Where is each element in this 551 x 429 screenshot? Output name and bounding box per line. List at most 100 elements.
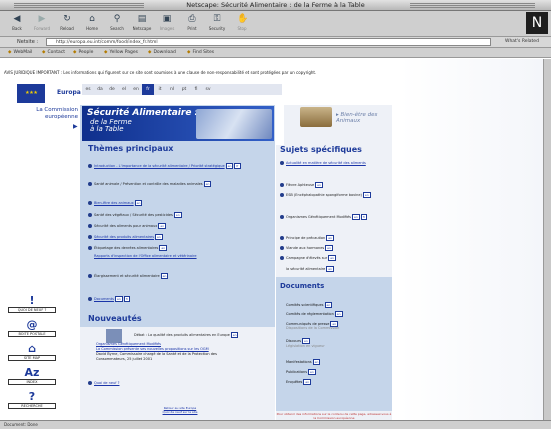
news-item-detail[interactable]: La Commission présente ses nouvelles pro… — [96, 347, 209, 351]
language-bar: es da de el en fr it nl pt fi sv — [82, 84, 282, 95]
site-map-link[interactable]: ⌂ SITE MAP — [8, 343, 56, 361]
theme-item[interactable]: Élargissement et sécurité alimentaire en — [88, 273, 169, 279]
back-arrow-icon: ◀ — [13, 14, 21, 24]
lang-da[interactable]: da — [94, 84, 106, 95]
sujet-item[interactable]: Organismes Génétiquement Modifiés en fr — [280, 214, 368, 220]
theme-item[interactable]: Étiquetage des denrées alimentaires en — [88, 245, 168, 251]
lang-sv[interactable]: sv — [202, 84, 214, 95]
whats-related-button[interactable]: What's Related — [505, 39, 539, 44]
search-button[interactable]: ⚲ Search — [105, 13, 129, 35]
personal-item-webmail[interactable]: ◆ WebMail — [8, 50, 32, 55]
commission-link[interactable]: La Commission européenne — [18, 107, 78, 121]
index-link[interactable]: Az INDEX — [8, 367, 56, 385]
back-button[interactable]: ◀ Back — [5, 13, 29, 35]
bien-etre-link[interactable]: ▸ Bien-être des Animaux — [284, 105, 392, 145]
sujet-item[interactable]: Viande aux hormones en — [280, 245, 333, 251]
boite-postale-link[interactable]: @ BOITE POSTALE — [8, 319, 56, 337]
bullet-icon — [280, 246, 284, 250]
disclaimer-text: Pour obtenir des informations sur le con… — [276, 412, 392, 420]
theme-item[interactable]: Documents en fr — [88, 296, 131, 302]
az-index-icon: Az — [24, 366, 40, 379]
page-content: AVIS JURIDIQUE IMPORTANT : Les informati… — [0, 59, 551, 425]
titlebar-stripes — [410, 3, 535, 8]
images-button[interactable]: ▣ Images — [155, 13, 179, 35]
lang-fi[interactable]: fi — [190, 84, 202, 95]
bullet-icon — [280, 236, 284, 240]
personal-item-contact[interactable]: ◆ Contact — [42, 50, 65, 55]
status-bar: Document: Done — [0, 420, 551, 429]
location-bar: Netsite : http://europa.eu.int/comm/food… — [0, 37, 551, 48]
sujet-item[interactable]: Principe de précaution en — [280, 235, 335, 241]
document-item[interactable]: Dispositions de la Commission — [286, 326, 339, 330]
netscape-logo-icon[interactable]: N — [526, 12, 548, 34]
lang-de[interactable]: de — [106, 84, 118, 95]
vertical-scrollbar[interactable] — [543, 59, 551, 420]
sujet-item[interactable]: la sécurité alimentaire en — [286, 266, 335, 272]
document-item[interactable]: Publications en — [286, 369, 316, 375]
personal-toolbar: ◆ WebMail ◆ Contact ◆ People ◆ Yellow Pages … — [0, 48, 551, 58]
news-item[interactable]: Quoi de neuf ? — [88, 381, 119, 385]
theme-item[interactable]: Santé animale / Prévention et contrôle d… — [88, 181, 212, 187]
reload-button[interactable]: ↻ Reload — [55, 13, 79, 35]
news-item-detail: Consommateurs, 25 juillet 2001 — [96, 357, 153, 361]
location-label: Netsite : — [17, 39, 39, 45]
document-item[interactable]: Enquêtes en — [286, 379, 312, 385]
sujet-item[interactable]: ESB (Encéphalopathie spongiforme bovine)… — [280, 192, 371, 198]
document-item[interactable]: Comités de réglementation en — [286, 311, 343, 317]
recherche-link[interactable]: ? RECHERCHE — [8, 391, 56, 409]
personal-item-find-sites[interactable]: ◆ Find Sites — [187, 50, 214, 55]
bullet-icon — [280, 193, 284, 197]
home-button[interactable]: ⌂ Home — [80, 13, 104, 35]
lang-fr[interactable]: fr — [142, 84, 154, 95]
personal-item-people[interactable]: ◆ People — [73, 50, 93, 55]
window-title: Netscape: Sécurité Alimentaire : de la F… — [186, 1, 365, 9]
lang-es[interactable]: es — [82, 84, 94, 95]
netscape-button[interactable]: ▤ Netscape — [130, 13, 154, 35]
bullet-icon — [88, 246, 92, 250]
personal-item-yellow-pages[interactable]: ◆ Yellow Pages — [104, 50, 138, 55]
theme-item[interactable]: Rapports d'inspection de l'Office alimen… — [94, 254, 197, 258]
theme-item[interactable]: Sécurité des aliments pour animaux en — [88, 223, 167, 229]
personal-item-download[interactable]: ◆ Download — [148, 50, 176, 55]
theme-item[interactable]: Santé des végétaux / Sécurité des pestic… — [88, 212, 182, 218]
exclamation-icon: ! — [29, 294, 35, 307]
news-heading: Nouveautés — [88, 314, 142, 323]
navigation-toolbar: ◀ Back ▶ Forward ↻ Reload ⌂ Home ⚲ Search ▤ Ne… — [0, 11, 551, 37]
bullet-icon — [280, 256, 284, 260]
news-item[interactable]: Organismes Génétiquement Modifiés — [96, 342, 161, 346]
document-item[interactable]: Manifestations en — [286, 359, 321, 365]
quoi-de-neuf-link[interactable]: ! QUOI DE NEUF ? — [8, 295, 56, 313]
url-field[interactable]: http://europa.eu.int/comm/food/index_fr.… — [46, 38, 491, 46]
europa-label[interactable]: Europa — [57, 89, 81, 96]
themes-heading: Thèmes principaux — [88, 144, 174, 153]
security-button[interactable]: ⚿ Security — [205, 13, 229, 35]
netscape-icon: ▤ — [137, 14, 147, 24]
document-item[interactable]: Comités scientifiques en — [286, 302, 333, 308]
stop-button[interactable]: ✋ Stop — [230, 13, 254, 35]
lang-it[interactable]: it — [154, 84, 166, 95]
browser-window: Netscape: Sécurité Alimentaire : de la F… — [0, 0, 551, 429]
banner-subtitle: de la Ferme à la Table — [90, 118, 132, 133]
banner-title: Sécurité Alimentaire : — [87, 108, 199, 118]
footer-links[interactable]: Retour au site Europa Quoi de neuf sur le… — [140, 406, 220, 414]
news-item[interactable]: Débat : La qualité des produits alimenta… — [134, 332, 239, 338]
lang-pt[interactable]: pt — [178, 84, 190, 95]
lang-el[interactable]: el — [118, 84, 130, 95]
eu-flag-icon[interactable]: ★ ★ ★ — [17, 84, 45, 103]
lang-en[interactable]: en — [130, 84, 142, 95]
window-titlebar[interactable]: Netscape: Sécurité Alimentaire : de la F… — [0, 0, 551, 11]
sujet-item[interactable]: Actualité en matière de sécurité des ali… — [280, 161, 366, 165]
lang-nl[interactable]: nl — [166, 84, 178, 95]
europa-sidebar: ★ ★ ★ Europa La Commission européenne ▶ !… — [0, 83, 81, 420]
print-button[interactable]: ⎙ Print — [180, 13, 204, 35]
bookmark-icon: ◆ — [73, 50, 77, 55]
theme-item[interactable]: Sécurité des produits alimentaires en — [88, 234, 163, 240]
document-item[interactable]: Législation en vigueur — [286, 344, 325, 348]
theme-item[interactable]: Bien-être des animaux en — [88, 200, 143, 206]
theme-item[interactable]: Introduction - L'importance de la sécuri… — [88, 163, 241, 169]
forward-button[interactable]: ▶ Forward — [30, 13, 54, 35]
images-icon: ▣ — [162, 14, 172, 24]
sujet-item[interactable]: Fièvre Aphteuse en — [280, 182, 323, 188]
print-icon: ⎙ — [188, 14, 196, 24]
sujet-item[interactable]: Campagne d'élevés sur en — [280, 255, 336, 261]
